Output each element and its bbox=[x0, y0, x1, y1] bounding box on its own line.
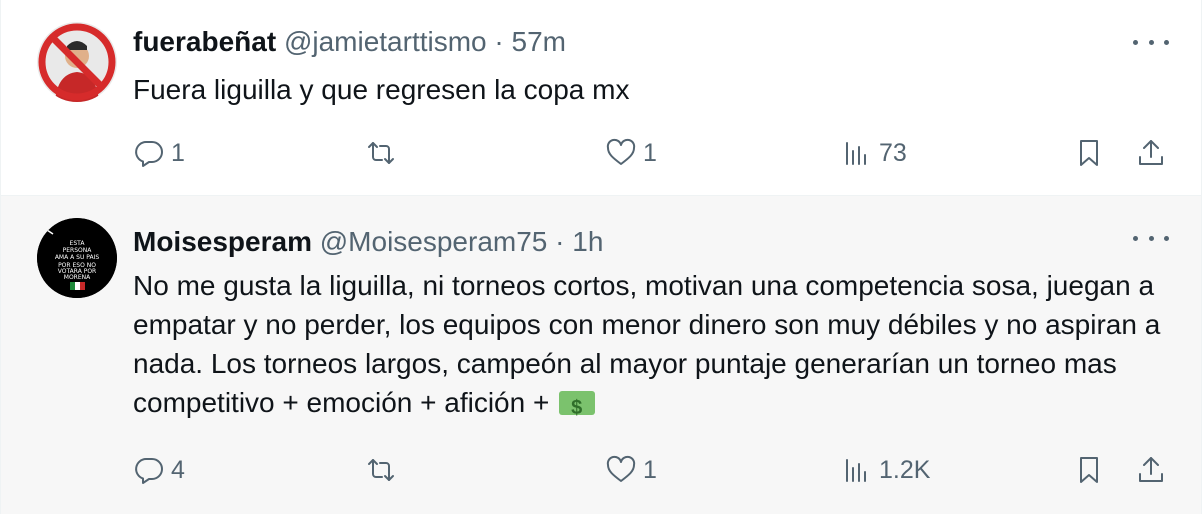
avatar-text-line: ESTA bbox=[70, 240, 86, 247]
like-count: 1 bbox=[643, 455, 657, 484]
tweet[interactable]: fuerabeñat @jamietarttismo · 57m Fuera l… bbox=[0, 0, 1202, 195]
reply-icon bbox=[135, 141, 163, 167]
views-button[interactable]: 73 bbox=[841, 133, 907, 173]
retweet-icon bbox=[368, 142, 394, 164]
tweet[interactable]: ESTA PERSONA AMA A SU PAIS POR ESO NO VO… bbox=[0, 195, 1202, 514]
avatar-text-line: MORENA bbox=[64, 274, 91, 281]
reply-button[interactable]: 4 bbox=[133, 450, 185, 490]
user-handle[interactable]: @jamietarttismo bbox=[284, 26, 487, 57]
like-button[interactable]: 1 bbox=[605, 450, 657, 490]
view-count: 73 bbox=[879, 138, 907, 167]
tweet-text: No me gusta la liguilla, ni torneos cort… bbox=[133, 266, 1163, 428]
reply-icon bbox=[135, 458, 163, 484]
tweet-header: Moisesperam @Moisesperam75 · 1h bbox=[133, 224, 603, 260]
retweet-icon bbox=[368, 459, 394, 481]
mexico-flag-icon bbox=[70, 282, 75, 290]
tweet-actions: 1 1 73 bbox=[133, 133, 1173, 173]
more-options-icon[interactable] bbox=[1133, 30, 1169, 54]
heart-icon bbox=[606, 138, 636, 165]
view-count: 1.2K bbox=[879, 455, 931, 484]
share-icon bbox=[1139, 457, 1163, 482]
views-button[interactable]: 1.2K bbox=[841, 450, 930, 490]
bookmark-button[interactable] bbox=[1073, 133, 1105, 173]
bar-chart-icon bbox=[846, 459, 866, 482]
avatar[interactable]: ESTA PERSONA AMA A SU PAIS POR ESO NO VO… bbox=[37, 218, 117, 298]
heart-icon bbox=[606, 455, 636, 482]
avatar[interactable] bbox=[37, 22, 117, 102]
reply-count: 1 bbox=[171, 138, 185, 167]
avatar-text-line: AMA A SU PAIS bbox=[55, 254, 100, 261]
bar-chart-icon bbox=[846, 142, 866, 165]
like-button[interactable]: 1 bbox=[605, 133, 657, 173]
tweet-text-content: No me gusta la liguilla, ni torneos cort… bbox=[133, 270, 1169, 418]
share-button[interactable] bbox=[1135, 450, 1167, 490]
like-count: 1 bbox=[643, 138, 657, 167]
user-handle[interactable]: @Moisesperam75 bbox=[320, 226, 548, 257]
timestamp[interactable]: 1h bbox=[572, 226, 603, 257]
bookmark-icon bbox=[1080, 140, 1098, 166]
share-button[interactable] bbox=[1135, 133, 1167, 173]
tweet-feed: fuerabeñat @jamietarttismo · 57m Fuera l… bbox=[0, 0, 1202, 514]
reply-button[interactable]: 1 bbox=[133, 133, 185, 173]
separator-dot: · bbox=[494, 26, 504, 57]
reply-count: 4 bbox=[171, 455, 185, 484]
tweet-header: fuerabeñat @jamietarttismo · 57m bbox=[133, 24, 566, 60]
text-avatar-icon: ESTA PERSONA AMA A SU PAIS POR ESO NO VO… bbox=[37, 218, 117, 298]
bookmark-button[interactable] bbox=[1073, 450, 1105, 490]
tweet-text: Fuera liguilla y que regresen la copa mx bbox=[133, 74, 630, 105]
retweet-button[interactable] bbox=[365, 133, 403, 173]
share-icon bbox=[1139, 140, 1163, 165]
avatar-text-line: PERSONA bbox=[63, 247, 93, 254]
money-emoji-icon bbox=[559, 389, 596, 428]
display-name[interactable]: fuerabeñat bbox=[133, 26, 276, 57]
timestamp[interactable]: 57m bbox=[512, 26, 566, 57]
no-symbol-avatar-icon bbox=[37, 22, 117, 102]
bookmark-icon bbox=[1080, 457, 1098, 483]
tweet-actions: 4 1 1.2K bbox=[133, 450, 1173, 490]
separator-dot: · bbox=[555, 226, 565, 257]
retweet-button[interactable] bbox=[365, 450, 403, 490]
display-name[interactable]: Moisesperam bbox=[133, 226, 312, 257]
more-options-icon[interactable] bbox=[1133, 226, 1169, 250]
